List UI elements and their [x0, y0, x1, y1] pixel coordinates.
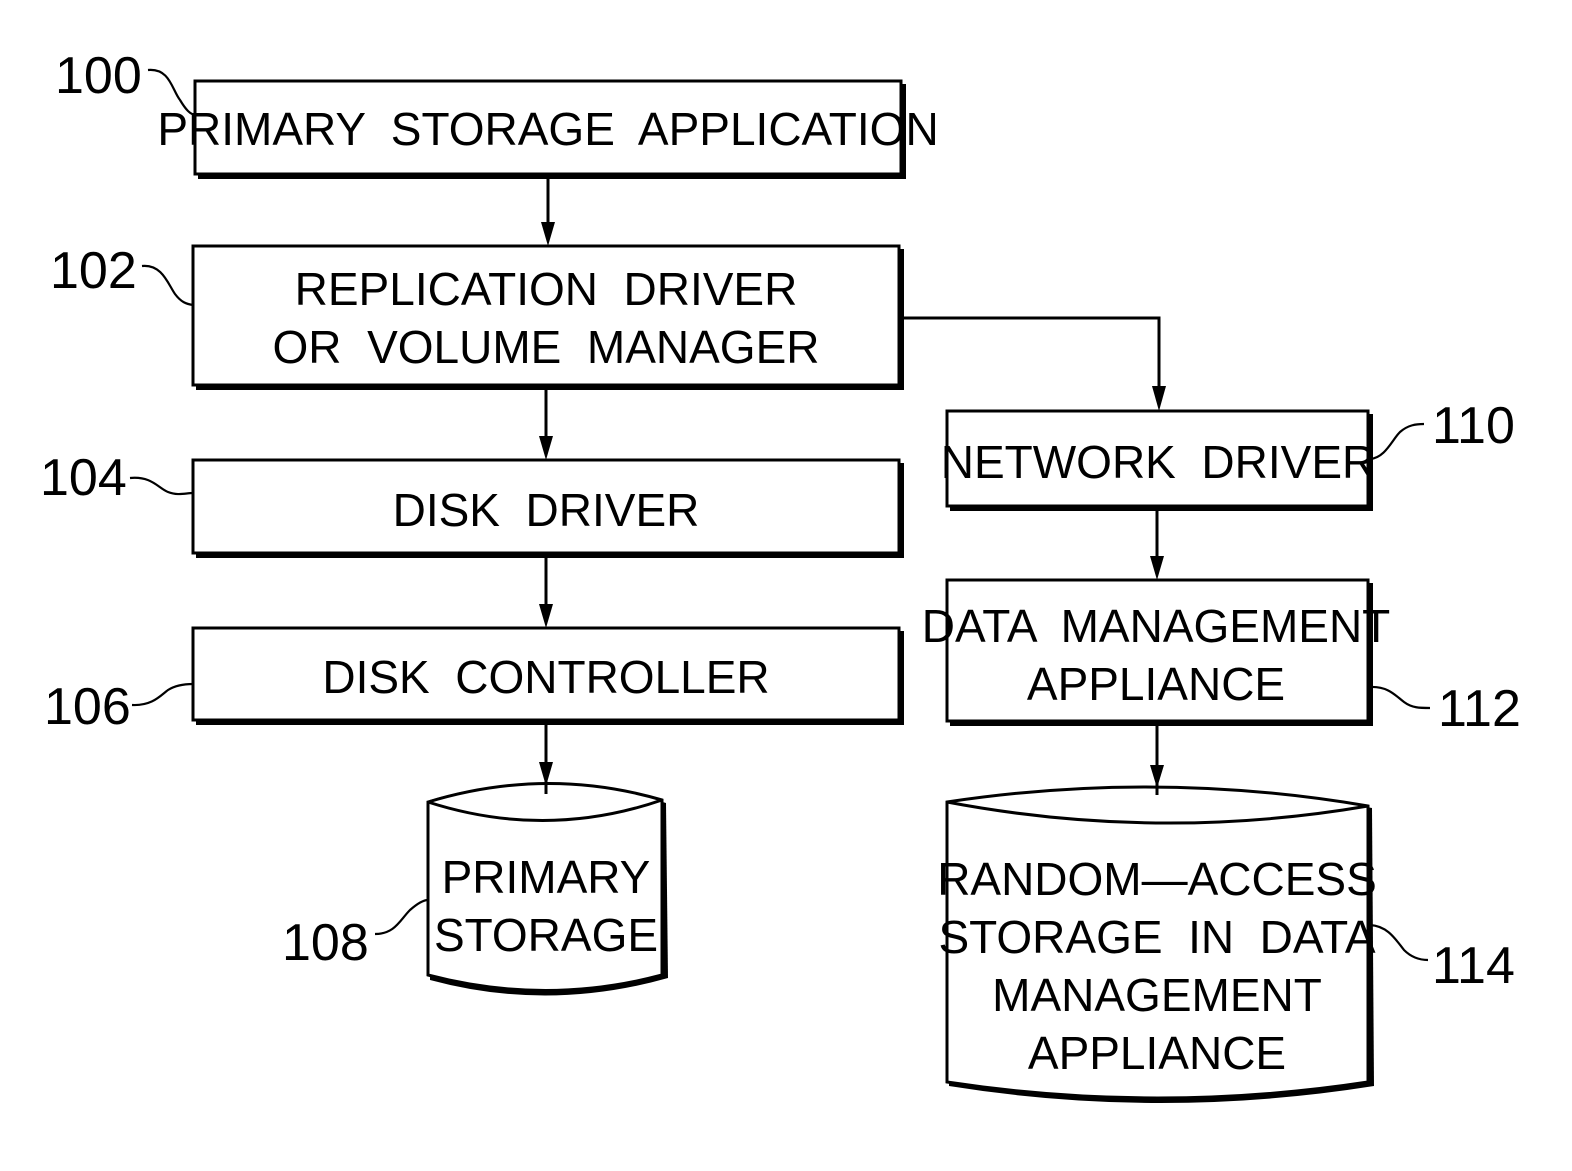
node-label: DISK DRIVER [393, 484, 700, 536]
ref-numeral-110: 110 [1432, 397, 1515, 455]
edge-104-to-106 [539, 556, 553, 628]
node-label: APPLIANCE [1027, 658, 1285, 710]
node-label: APPLIANCE [1028, 1027, 1286, 1079]
node-data-management-appliance: DATA MANAGEMENT APPLIANCE [922, 578, 1391, 726]
ref-numeral-106: 106 [44, 678, 131, 736]
node-label: MANAGEMENT [992, 969, 1322, 1021]
node-primary-storage-application: PRIMARY STORAGE APPLICATION [157, 79, 939, 179]
node-label: NETWORK DRIVER [941, 436, 1375, 488]
node-label: PRIMARY STORAGE APPLICATION [157, 103, 938, 155]
edge-100-to-102 [541, 177, 555, 246]
node-label: REPLICATION DRIVER [295, 263, 798, 315]
leader-line-110 [1369, 422, 1425, 461]
node-label: PRIMARY [442, 851, 651, 903]
leader-line-108 [374, 898, 429, 936]
leader-line-112 [1369, 685, 1431, 710]
node-label: DATA MANAGEMENT [922, 600, 1391, 652]
node-label: STORAGE IN DATA [938, 911, 1375, 963]
ref-numeral-102: 102 [50, 242, 137, 300]
node-disk-controller: DISK CONTROLLER [191, 626, 904, 725]
leader-line-104 [129, 476, 194, 496]
edge-102-to-104 [539, 388, 553, 460]
ref-numeral-114: 114 [1432, 937, 1515, 995]
node-disk-driver: DISK DRIVER [191, 458, 904, 558]
node-primary-storage: PRIMARY STORAGE [426, 782, 668, 996]
node-replication-driver: REPLICATION DRIVER OR VOLUME MANAGER [191, 244, 904, 390]
block-diagram: PRIMARY STORAGE APPLICATION 100 REPLICAT… [40, 47, 1521, 1103]
ref-numeral-112: 112 [1438, 680, 1521, 738]
node-random-access-storage: RANDOM—ACCESS STORAGE IN DATA MANAGEMENT… [937, 785, 1377, 1103]
ref-numeral-100: 100 [55, 47, 142, 105]
leader-line-114 [1369, 923, 1429, 962]
leader-line-102 [141, 264, 194, 307]
node-label: DISK CONTROLLER [322, 651, 769, 703]
ref-numeral-104: 104 [40, 449, 127, 507]
edge-110-to-112 [1150, 509, 1164, 580]
edge-112-to-114 [1150, 724, 1164, 795]
node-network-driver: NETWORK DRIVER [941, 409, 1375, 511]
edge-102-to-110 [901, 316, 1166, 411]
node-label: STORAGE [434, 909, 658, 961]
node-label: OR VOLUME MANAGER [273, 321, 820, 373]
node-label: RANDOM—ACCESS [937, 853, 1377, 905]
leader-line-106 [131, 682, 194, 707]
ref-numeral-108: 108 [282, 914, 369, 972]
